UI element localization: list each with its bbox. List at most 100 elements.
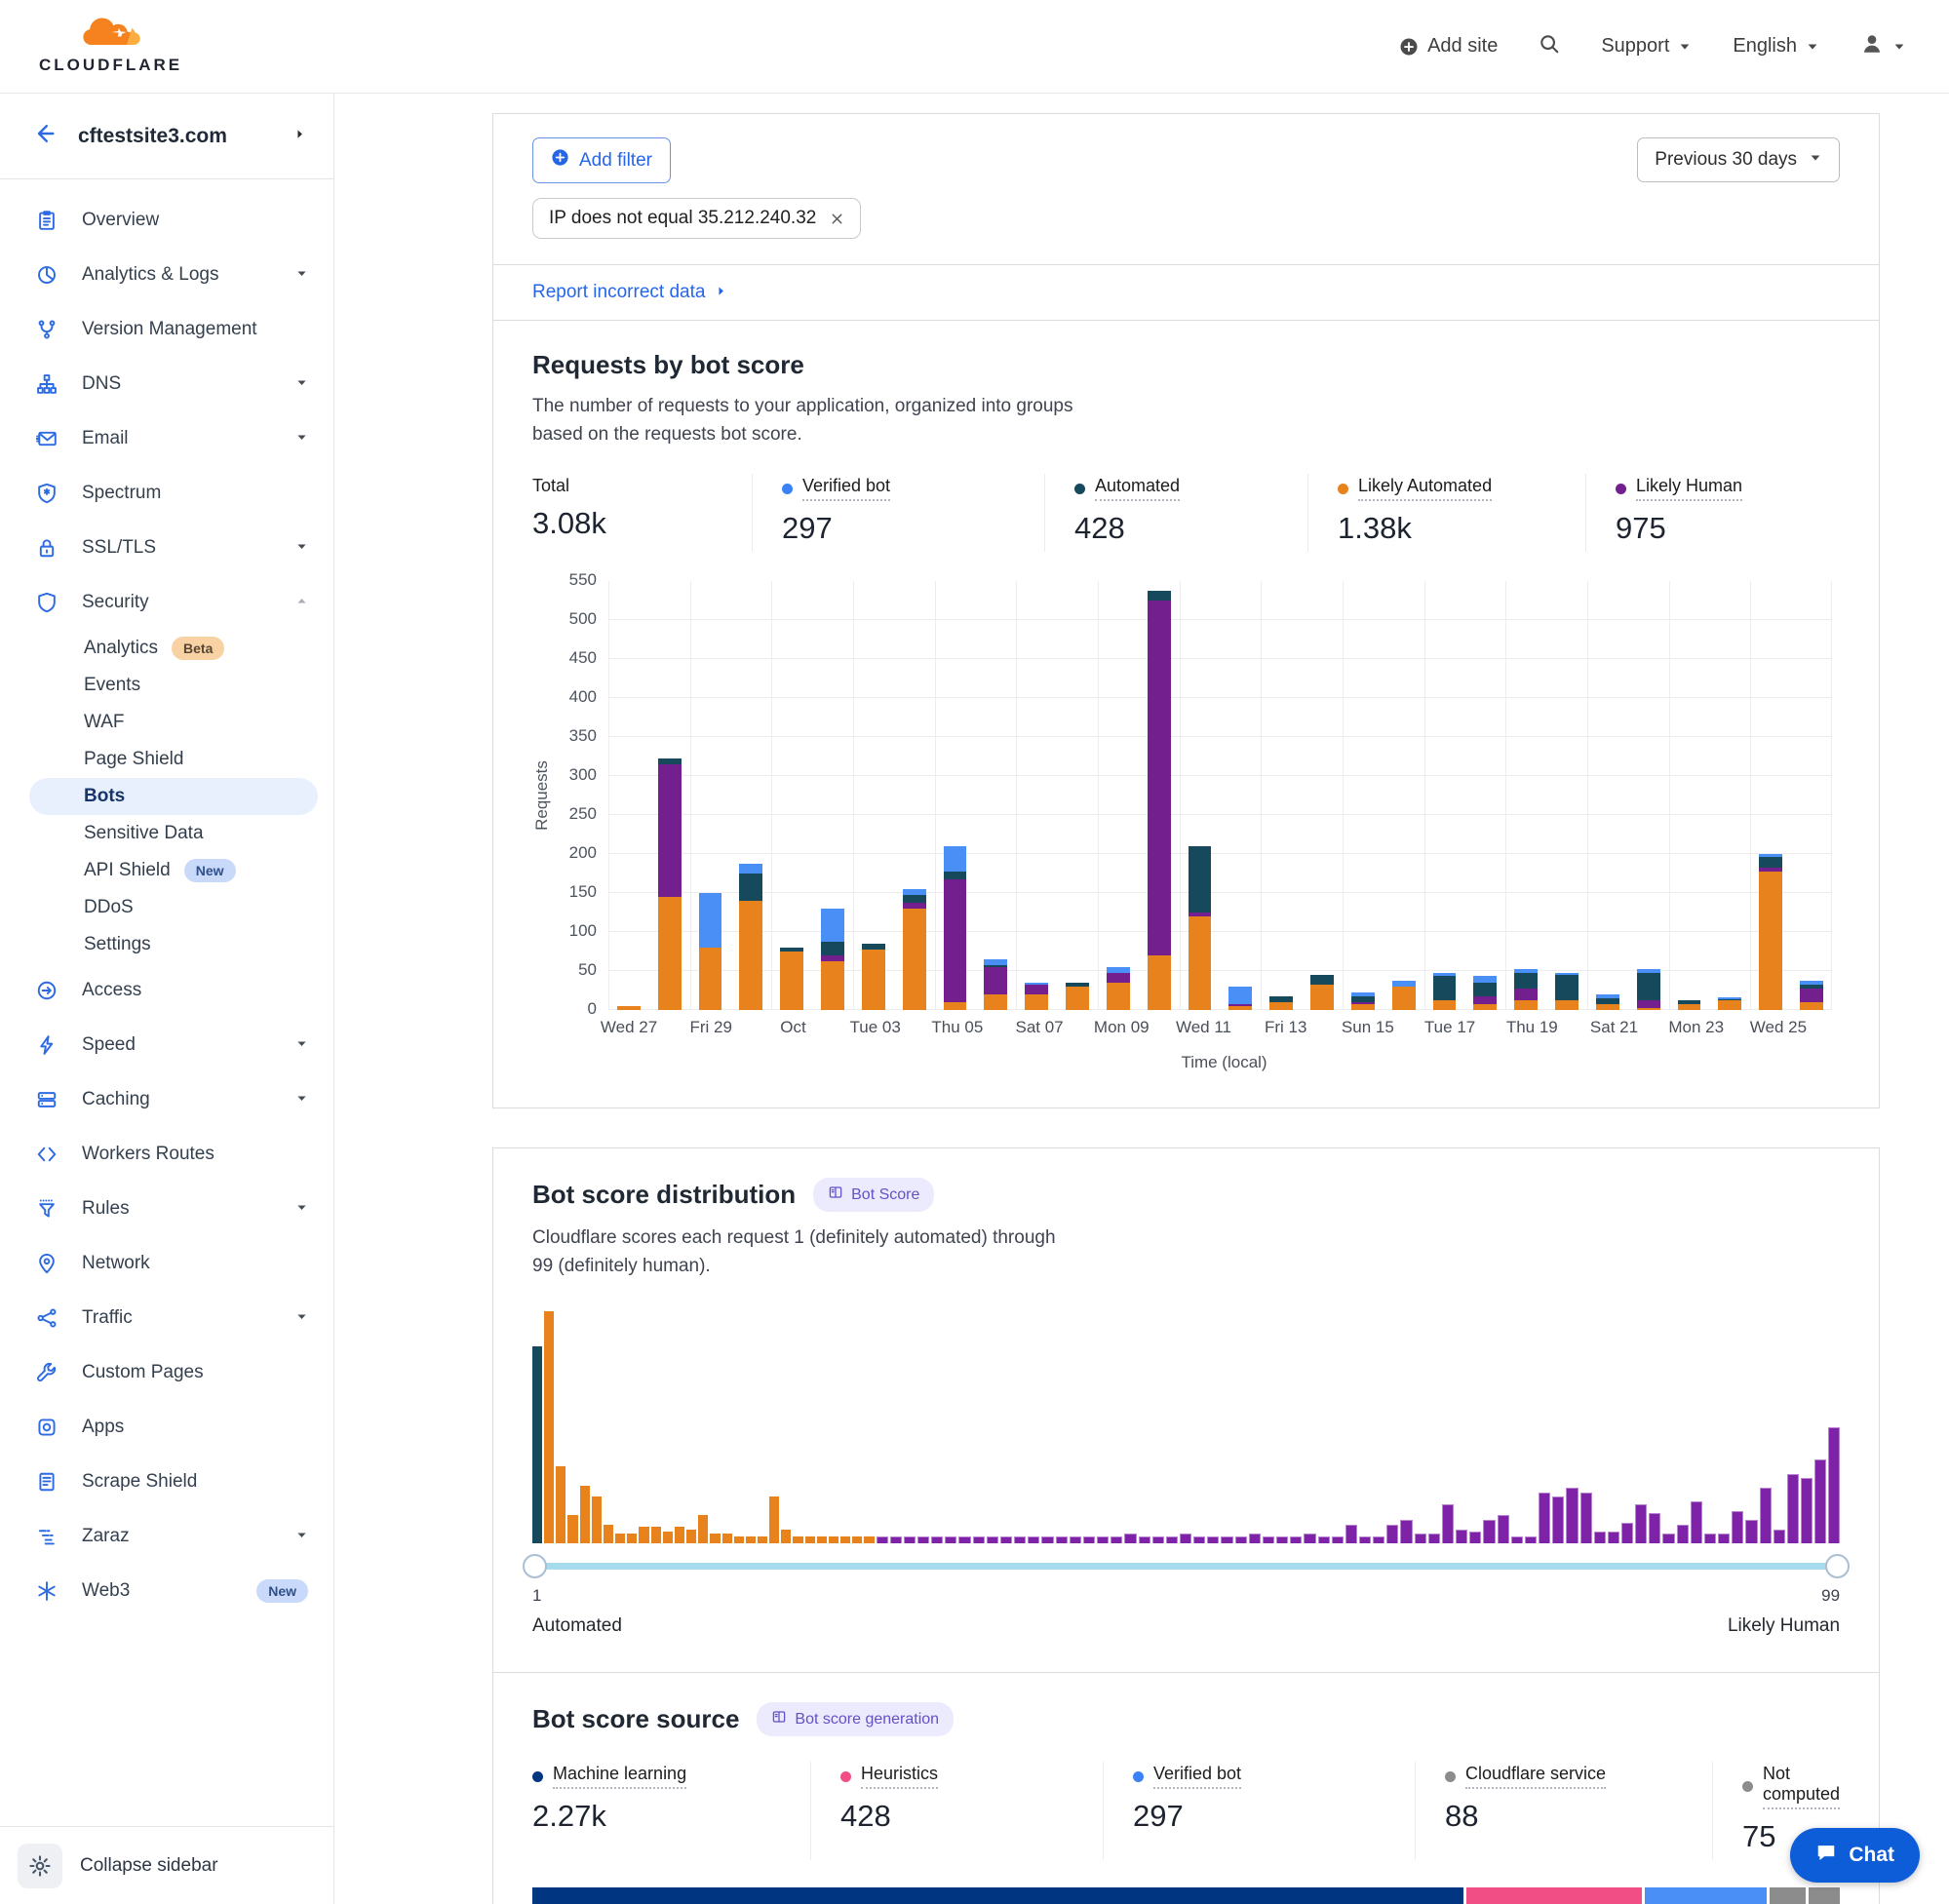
sidebar-item-version-management[interactable]: Version Management [0,302,333,357]
zaraz-icon [35,1526,58,1547]
sidebar-item-ddos[interactable]: DDoS [29,889,318,926]
stacked-bar-wed-04 [903,889,926,1010]
stat-label[interactable]: Heuristics [861,1764,938,1789]
y-axis-ticks: 050100150200250300350400450500550 [558,581,608,1010]
sidebar-item-access[interactable]: Access [0,963,333,1018]
bot-score-badge[interactable]: Bot Score [813,1178,934,1212]
sidebar-item-bots[interactable]: Bots [29,778,318,815]
histogram-bar-score-89 [1691,1501,1702,1543]
cloudflare-logo[interactable]: CLOUDFLARE [39,18,182,75]
histogram-bar-score-71 [1442,1504,1454,1543]
stat-label[interactable]: Cloudflare service [1465,1764,1606,1789]
sidebar-item-network[interactable]: Network [0,1236,333,1291]
sidebar-item-custom-pages[interactable]: Custom Pages [0,1345,333,1400]
dns-icon [35,373,58,395]
stat-label[interactable]: Verified bot [1153,1764,1241,1789]
add-site-button[interactable]: Add site [1399,35,1498,58]
histogram-bar-score-66 [1373,1536,1384,1543]
sidebar-item-analytics-logs[interactable]: Analytics & Logs [0,248,333,302]
add-filter-button[interactable]: Add filter [532,137,671,183]
score-range-slider[interactable] [532,1553,1840,1578]
legend-dot [782,484,793,494]
sidebar-item-settings[interactable]: Settings [29,926,318,963]
sidebar-item-dns[interactable]: DNS [0,357,333,411]
date-range-select[interactable]: Previous 30 days [1637,137,1840,182]
close-icon[interactable] [830,212,844,226]
histogram-bar-score-35 [945,1536,956,1543]
chat-button[interactable]: Chat [1790,1828,1920,1883]
stat-label[interactable]: Likely Automated [1358,476,1492,501]
sidebar-item-analytics[interactable]: AnalyticsBeta [29,630,318,667]
histogram-bar-score-33 [917,1536,929,1543]
back-arrow-icon[interactable] [33,121,58,151]
sidebar-item-traffic[interactable]: Traffic [0,1291,333,1345]
histogram-bar-score-55 [1221,1536,1232,1543]
sidebar-item-security[interactable]: Security [0,575,333,630]
histogram-bar-score-94 [1760,1488,1772,1543]
bot-score-generation-badge[interactable]: Bot score generation [757,1702,954,1736]
site-name[interactable]: cftestsite3.com [78,125,274,148]
sidebar-item-overview[interactable]: Overview [0,193,333,248]
sidebar-item-spectrum[interactable]: Spectrum [0,466,333,521]
source-segment-verified-bot [1645,1887,1767,1904]
site-switcher-caret-icon[interactable] [293,128,306,145]
traffic-icon [35,1307,58,1329]
analytics-panel: Add filter IP does not equal 35.212.240.… [492,113,1880,1108]
source-segment-not-computed [1809,1887,1840,1904]
sidebar-item-caching[interactable]: Caching [0,1072,333,1127]
sidebar-item-api-shield[interactable]: API ShieldNew [29,852,318,889]
plus-circle-icon [551,148,569,173]
sidebar-item-scrape-shield[interactable]: Scrape Shield [0,1455,333,1509]
report-incorrect-data-link[interactable]: Report incorrect data [532,282,727,303]
sidebar-item-speed[interactable]: Speed [0,1018,333,1072]
stat-label[interactable]: Likely Human [1636,476,1742,501]
account-menu[interactable] [1860,32,1906,61]
network-icon [35,1253,58,1274]
analytics-logs-icon [35,264,58,286]
stacked-bar-fri-20 [1555,973,1579,1010]
histogram-bar-score-28 [852,1536,862,1543]
slider-handle-min[interactable] [523,1554,547,1578]
stat-value: 297 [1133,1799,1415,1834]
histogram-bar-score-4 [567,1515,577,1543]
top-bar: CLOUDFLARE Add site Support English [0,0,1949,94]
chevron-down-icon [295,1526,308,1547]
search-button[interactable] [1539,33,1560,60]
support-menu[interactable]: Support [1601,35,1692,58]
stat-value: 428 [840,1799,1103,1834]
histogram-bar-score-12 [663,1532,673,1543]
language-menu[interactable]: English [1733,35,1819,58]
histogram-bar-score-53 [1193,1536,1205,1543]
stat-value: 2.27k [532,1799,810,1834]
stacked-bar-sun-22 [1637,969,1660,1010]
stacked-bar-mon-16 [1392,981,1416,1010]
y-axis-title: Requests [532,760,552,831]
sidebar-item-ssl-tls[interactable]: SSL/TLS [0,521,333,575]
sidebar-item-events[interactable]: Events [29,667,318,704]
stat-label[interactable]: Automated [1095,476,1180,501]
sidebar-item-apps[interactable]: Apps [0,1400,333,1455]
stat-label[interactable]: Machine learning [553,1764,686,1789]
stat-label[interactable]: Not computed [1763,1764,1840,1809]
stat-label[interactable]: Verified bot [802,476,890,501]
sidebar-item-rules[interactable]: Rules [0,1182,333,1236]
histogram-bar-score-65 [1359,1536,1371,1543]
collapse-sidebar-button[interactable]: Collapse sidebar [0,1826,333,1904]
filter-chip[interactable]: IP does not equal 35.212.240.32 [532,198,861,239]
slider-track[interactable] [532,1563,1840,1570]
histogram-bar-score-95 [1774,1530,1785,1543]
gear-icon[interactable] [18,1844,62,1888]
sidebar-item-waf[interactable]: WAF [29,704,318,741]
sidebar-item-web3[interactable]: Web3New [0,1564,333,1618]
sidebar-item-page-shield[interactable]: Page Shield [29,741,318,778]
histogram-bar-score-46 [1097,1536,1109,1543]
sidebar-item-workers-routes[interactable]: Workers Routes [0,1127,333,1182]
chevron-down-icon [295,1034,308,1056]
stacked-bar-sun-15 [1351,992,1375,1010]
sidebar-item-zaraz[interactable]: Zaraz [0,1509,333,1564]
sidebar-item-email[interactable]: Email [0,411,333,466]
slider-handle-max[interactable] [1825,1554,1850,1578]
likely-human-label: Likely Human [1728,1615,1840,1637]
x-axis-title: Time (local) [532,1053,1840,1072]
sidebar-item-sensitive-data[interactable]: Sensitive Data [29,815,318,852]
